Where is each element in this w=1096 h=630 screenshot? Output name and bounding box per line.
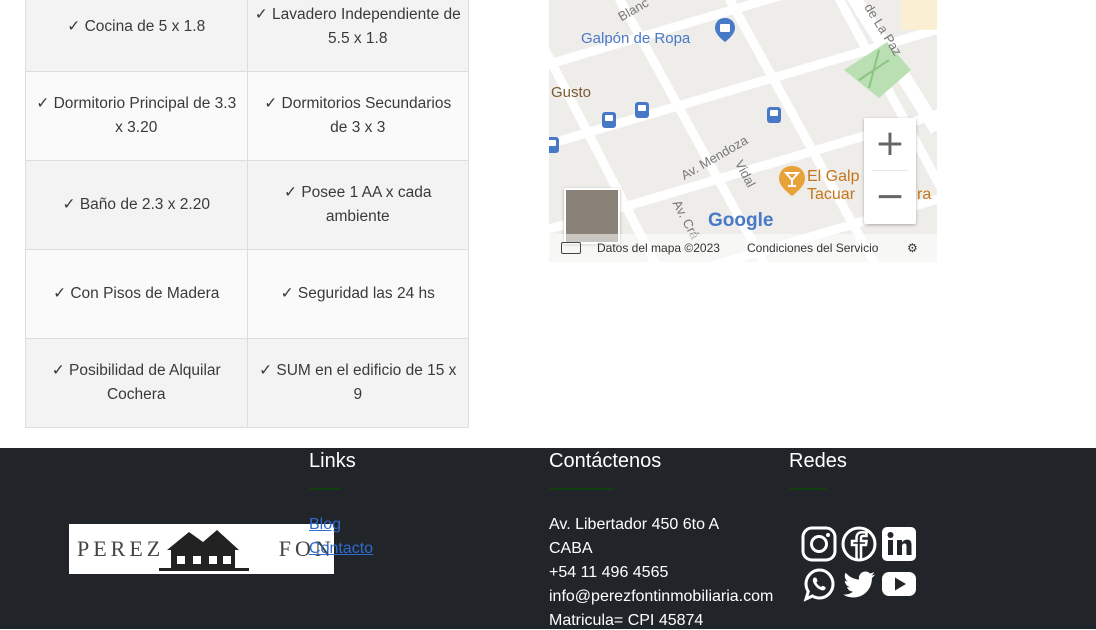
map-attribution: Datos del mapa ©2023 Condiciones del Ser… (549, 234, 937, 262)
bus-stop-icon[interactable] (549, 137, 559, 153)
feature-cell: ✓ Lavadero Independiente de 5.5 x 1.8 (246, 0, 469, 72)
map-label-gusto: Gusto (551, 84, 592, 101)
license-line: Matricula= CPI 45874 (549, 612, 704, 629)
google-logo: Google (708, 210, 774, 231)
table-row: ✓ Con Pisos de Madera ✓ Seguridad las 24… (25, 249, 469, 339)
feature-cell: ✓ SUM en el edificio de 15 x 9 (246, 338, 469, 428)
bus-stop-icon[interactable] (635, 102, 649, 118)
city-line: CABA (549, 540, 593, 557)
table-row: ✓ Baño de 2.3 x 2.20 ✓ Posee 1 AA x cada… (25, 160, 469, 250)
table-row: ✓ Posibilidad de Alquilar Cochera ✓ SUM … (25, 338, 469, 428)
email-line[interactable]: info@perezfontinmobiliaria.com (549, 588, 773, 606)
feature-cell: ✓ Seguridad las 24 hs (246, 249, 469, 339)
feature-cell: ✓ Posee 1 AA x cada ambiente (246, 160, 469, 250)
facebook-icon[interactable] (841, 526, 877, 562)
table-row: ✓ Cocina de 5 x 1.8 ✓ Lavadero Independi… (25, 0, 469, 72)
feature-cell: ✓ Cocina de 5 x 1.8 (25, 0, 248, 72)
feature-cell: ✓ Posibilidad de Alquilar Cochera (25, 338, 248, 428)
phone-line[interactable]: +54 11 496 4565 (549, 564, 668, 582)
twitter-icon[interactable] (841, 566, 877, 602)
company-logo[interactable]: PEREZ FONT (69, 524, 334, 574)
map-label-tacuar: Tacuar (807, 186, 856, 203)
table-row: ✓ Dormitorio Principal de 3.3 x 3.20 ✓ D… (25, 71, 469, 161)
map-zoom-controls: + − (864, 118, 916, 224)
links-underline (309, 488, 341, 490)
report-bug-icon[interactable]: ⚙ (907, 241, 918, 255)
links-heading: Links (309, 450, 356, 472)
feature-cell: ✓ Con Pisos de Madera (25, 249, 248, 339)
restaurant-pin-icon[interactable] (779, 166, 805, 196)
contact-link[interactable]: Contacto (309, 540, 373, 558)
linkedin-icon[interactable] (881, 526, 917, 562)
shopping-pin-icon[interactable] (715, 18, 735, 42)
address-line: Av. Libertador 450 6to A (549, 516, 720, 533)
social-underline (789, 488, 827, 490)
feature-cell: ✓ Baño de 2.3 x 2.20 (25, 160, 248, 250)
map-terms-link[interactable]: Condiciones del Servicio (747, 241, 878, 255)
blog-link[interactable]: Blog (309, 516, 341, 534)
social-heading: Redes (789, 450, 847, 472)
feature-cell: ✓ Dormitorios Secundarios de 3 x 3 (246, 71, 469, 161)
map-label-galpon: Galpón de Ropa (581, 30, 691, 47)
bus-stop-icon[interactable] (602, 112, 616, 128)
features-table: ✓ Cocina de 5 x 1.8 ✓ Lavadero Independi… (25, 0, 469, 428)
zoom-out-button[interactable]: − (864, 171, 916, 223)
bus-stop-icon[interactable] (767, 107, 781, 123)
zoom-in-button[interactable]: + (864, 118, 916, 170)
map-label-el-galp: El Galp (807, 168, 860, 185)
youtube-icon[interactable] (881, 566, 917, 602)
map-data-label[interactable]: Datos del mapa ©2023 (597, 241, 720, 255)
keyboard-icon[interactable] (561, 242, 581, 254)
logo-text: PEREZ FONT (77, 536, 334, 561)
whatsapp-icon[interactable] (801, 566, 837, 602)
instagram-icon[interactable] (801, 526, 837, 562)
feature-cell: ✓ Dormitorio Principal de 3.3 x 3.20 (25, 71, 248, 161)
contact-heading: Contáctenos (549, 450, 662, 472)
contact-underline (549, 488, 614, 490)
map-label-ra: ra (917, 186, 932, 203)
site-footer: PEREZ FONT Links Blog Contacto Contácten… (0, 448, 1096, 629)
